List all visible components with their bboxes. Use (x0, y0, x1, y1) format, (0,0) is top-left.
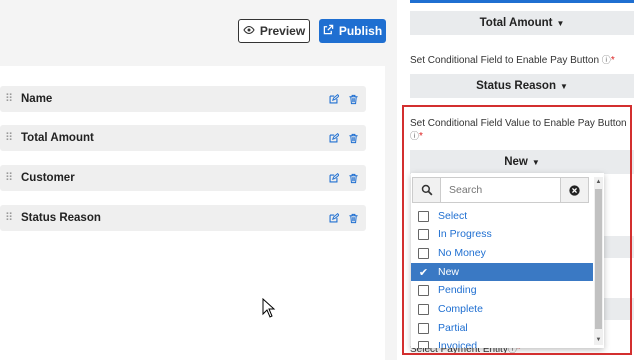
checkbox[interactable] (418, 303, 429, 315)
caret-down-icon: ▼ (531, 157, 540, 167)
check-icon[interactable]: ✔ (418, 267, 429, 279)
menu-option[interactable]: No Money (411, 244, 593, 262)
eye-icon (243, 24, 255, 38)
menu-option[interactable]: Partial (411, 319, 593, 337)
scroll-thumb[interactable] (595, 189, 602, 329)
help-circle-icon: ⓘ (410, 131, 420, 141)
edit-icon[interactable] (326, 131, 340, 145)
field-row[interactable]: ⠿ Customer (0, 165, 366, 191)
field-label: Total Amount (21, 132, 94, 144)
option-label: New (438, 266, 460, 278)
dropdown-value: New (504, 156, 528, 168)
checkbox[interactable] (418, 340, 429, 348)
menu-option-selected[interactable]: ✔ New (411, 263, 593, 281)
menu-option[interactable]: Complete (411, 300, 593, 318)
fields-panel: ⠿ Name ⠿ Total Amount ⠿ Customer ⠿ Statu… (0, 66, 385, 360)
drag-handle-icon[interactable]: ⠿ (5, 93, 19, 105)
help-circle-icon: ⓘ (601, 55, 611, 65)
checkbox[interactable] (418, 210, 429, 222)
external-link-icon (323, 24, 334, 38)
field-row[interactable]: ⠿ Total Amount (0, 125, 366, 151)
accent-bar (410, 0, 634, 3)
required-mark: * (610, 55, 615, 66)
preview-label: Preview (259, 24, 306, 38)
checkbox[interactable] (418, 247, 429, 259)
cond-value-dropdown[interactable]: New ▼ (410, 150, 634, 174)
menu-option[interactable]: In Progress (411, 225, 593, 243)
option-label: In Progress (438, 228, 492, 240)
scroll-down-icon[interactable]: ▼ (594, 335, 603, 345)
checkbox[interactable] (418, 228, 429, 240)
cond-field-dropdown[interactable]: Status Reason ▼ (410, 74, 634, 98)
option-label: No Money (438, 247, 486, 259)
mouse-cursor-icon (262, 297, 276, 323)
option-label: Invoiced (438, 340, 478, 348)
amount-field-dropdown[interactable]: Total Amount ▼ (410, 11, 634, 35)
publish-button[interactable]: Publish (319, 19, 386, 43)
menu-option[interactable]: Pending (411, 281, 593, 299)
option-label: Partial (438, 322, 468, 334)
top-toolbar: Preview Publish (0, 0, 397, 64)
caret-down-icon: ▼ (556, 18, 565, 28)
required-mark: * (419, 131, 423, 142)
search-input[interactable] (441, 177, 560, 203)
drag-handle-icon[interactable]: ⠿ (5, 132, 19, 144)
option-label: Select (438, 210, 468, 222)
checkbox[interactable] (418, 322, 429, 334)
scroll-up-icon[interactable]: ▲ (594, 177, 603, 187)
field-label: Name (21, 93, 53, 105)
field-label: Status Reason (21, 212, 101, 224)
edit-icon[interactable] (326, 92, 340, 106)
trash-icon[interactable] (346, 92, 360, 106)
drag-handle-icon[interactable]: ⠿ (5, 172, 19, 184)
dropdown-value: Total Amount (479, 17, 553, 29)
menu-option[interactable]: Invoiced (411, 337, 593, 348)
menu-scrollbar[interactable]: ▲ ▼ (594, 177, 603, 345)
drag-handle-icon[interactable]: ⠿ (5, 212, 19, 224)
menu-search (412, 177, 590, 203)
field-label: Customer (21, 172, 75, 184)
edit-icon[interactable] (326, 211, 340, 225)
edit-icon[interactable] (326, 171, 340, 185)
field-row[interactable]: ⠿ Name (0, 86, 366, 112)
checkbox[interactable] (418, 284, 429, 296)
status-dropdown-menu: Select In Progress No Money ✔ New Pendin… (411, 173, 604, 348)
close-circle-icon[interactable] (560, 177, 589, 203)
option-label: Pending (438, 284, 477, 296)
dropdown-value: Status Reason (476, 80, 556, 92)
publish-label: Publish (338, 24, 383, 38)
trash-icon[interactable] (346, 171, 360, 185)
trash-icon[interactable] (346, 131, 360, 145)
cond-value-label: Set Conditional Field Value to Enable Pa… (410, 118, 627, 142)
cond-field-label: Set Conditional Field to Enable Pay Butt… (410, 55, 615, 66)
field-row[interactable]: ⠿ Status Reason (0, 205, 366, 231)
caret-down-icon: ▼ (559, 81, 568, 91)
menu-option[interactable]: Select (411, 207, 593, 225)
search-icon[interactable] (412, 177, 441, 203)
trash-icon[interactable] (346, 211, 360, 225)
option-label: Complete (438, 303, 483, 315)
preview-button[interactable]: Preview (238, 19, 310, 43)
